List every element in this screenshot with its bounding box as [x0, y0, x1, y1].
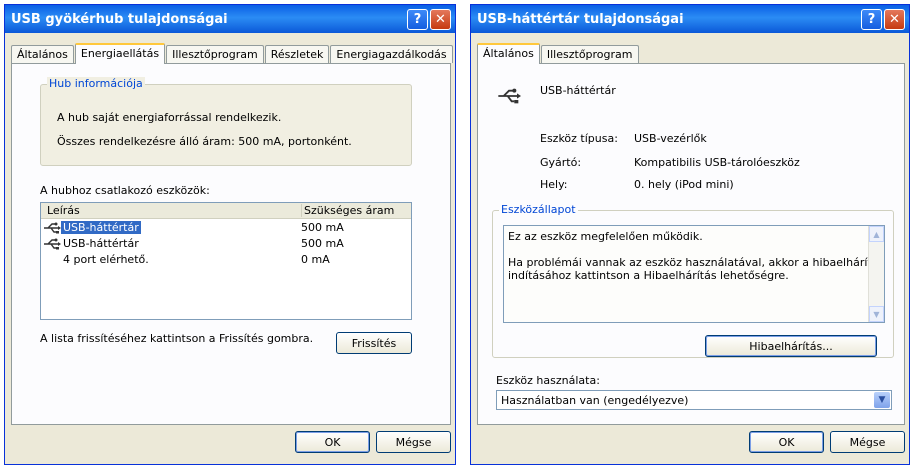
- usb-icon: [44, 222, 61, 234]
- ok-button[interactable]: OK: [295, 431, 370, 453]
- window-title: USB-háttértár tulajdonságai: [477, 11, 684, 27]
- usb-icon: [44, 238, 61, 250]
- tab-panel: USB-háttértár Eszköz típusa: USB-vezérlő…: [477, 63, 905, 425]
- usage-label: Eszköz használata:: [496, 374, 600, 387]
- device-properties-window: USB-háttértár tulajdonságai ? ✕ Általáno…: [470, 4, 910, 465]
- manufacturer-label: Gyártó:: [540, 156, 582, 169]
- column-description[interactable]: Leírás: [47, 204, 80, 217]
- ok-button[interactable]: OK: [749, 431, 824, 453]
- devices-label: A hubhoz csatlakozó eszközök:: [40, 184, 210, 197]
- help-icon[interactable]: ?: [861, 9, 882, 30]
- list-header: Leírás Szükséges áram: [41, 203, 411, 219]
- title-bar[interactable]: USB gyökérhub tulajdonságai ? ✕: [5, 5, 455, 33]
- status-help-text-2: indításához kattintson a Hibaelhárítás l…: [508, 269, 789, 282]
- list-item[interactable]: USB-háttértár 500 mA: [41, 236, 411, 252]
- device-current: 500 mA: [301, 237, 344, 250]
- tab-details[interactable]: Részletek: [264, 45, 330, 63]
- device-status-group: Eszközállapot Ez az eszköz megfelelően m…: [492, 203, 894, 358]
- device-list[interactable]: Leírás Szükséges áram USB-háttértár 500 …: [40, 202, 412, 320]
- cancel-button[interactable]: Mégse: [830, 431, 905, 453]
- device-status-title: Eszközállapot: [499, 203, 578, 216]
- window-title: USB gyökérhub tulajdonságai: [11, 11, 228, 27]
- close-icon[interactable]: ✕: [430, 9, 451, 30]
- device-current: 500 mA: [301, 221, 344, 234]
- hub-current-text: Összes rendelkezésre álló áram: 500 mA, …: [57, 135, 352, 148]
- tab-strip: Általános Illesztőprogram: [477, 43, 640, 64]
- scroll-down-icon[interactable]: ▼: [869, 306, 884, 322]
- hub-info-title: Hub információja: [47, 77, 145, 90]
- scroll-up-icon[interactable]: ▲: [869, 226, 884, 242]
- location-label: Hely:: [540, 178, 568, 191]
- chevron-down-icon[interactable]: ▼: [874, 392, 890, 408]
- device-name: USB-háttértár: [540, 84, 616, 97]
- tab-general[interactable]: Általános: [477, 43, 540, 64]
- list-item[interactable]: 4 port elérhető. 0 mA: [41, 252, 411, 268]
- help-icon[interactable]: ?: [407, 9, 428, 30]
- location-value: 0. hely (iPod mini): [634, 178, 734, 191]
- refresh-hint: A lista frissítéséhez kattintson a Friss…: [40, 332, 314, 345]
- close-icon[interactable]: ✕: [884, 9, 905, 30]
- status-ok-text: Ez az eszköz megfelelően működik.: [508, 230, 703, 243]
- list-item[interactable]: USB-háttértár 500 mA: [41, 220, 411, 236]
- tab-driver[interactable]: Illesztőprogram: [166, 45, 264, 63]
- device-name: USB-háttértár: [63, 237, 139, 250]
- usage-value: Használatban van (engedélyezve): [501, 394, 689, 407]
- hub-info-group: Hub információja A hub saját energiaforr…: [40, 77, 412, 166]
- troubleshoot-button[interactable]: Hibaelhárítás...: [705, 335, 877, 357]
- tab-general[interactable]: Általános: [11, 45, 74, 63]
- tab-panel: Hub információja A hub saját energiaforr…: [11, 63, 451, 425]
- tab-strip: Általános Energiaellátás Illesztőprogram…: [11, 43, 454, 64]
- device-name: USB-háttértár: [61, 221, 141, 234]
- usage-select[interactable]: Használatban van (engedélyezve) ▼: [496, 390, 892, 410]
- scrollbar[interactable]: ▲ ▼: [868, 226, 884, 322]
- port-status: 4 port elérhető.: [63, 253, 149, 266]
- tab-power-management[interactable]: Energiagazdálkodás: [330, 45, 453, 63]
- type-label: Eszköz típusa:: [540, 132, 618, 145]
- title-bar[interactable]: USB-háttértár tulajdonságai ? ✕: [471, 5, 909, 33]
- hub-properties-window: USB gyökérhub tulajdonságai ? ✕ Általáno…: [4, 4, 456, 465]
- refresh-button[interactable]: Frissítés: [336, 332, 412, 354]
- cancel-button[interactable]: Mégse: [376, 431, 451, 453]
- type-value: USB-vezérlők: [634, 132, 707, 145]
- tab-driver[interactable]: Illesztőprogram: [540, 45, 639, 63]
- status-help-text: Ha problémái vannak az eszköz használatá…: [508, 256, 879, 269]
- tab-power[interactable]: Energiaellátás: [74, 43, 166, 64]
- usb-icon: [498, 88, 521, 104]
- manufacturer-value: Kompatibilis USB-tárolóeszköz: [634, 156, 800, 169]
- status-textbox[interactable]: Ez az eszköz megfelelően működik. Ha pro…: [503, 225, 885, 323]
- hub-power-text: A hub saját energiaforrással rendelkezik…: [57, 111, 282, 124]
- port-current: 0 mA: [301, 253, 330, 266]
- column-current[interactable]: Szükséges áram: [301, 204, 394, 217]
